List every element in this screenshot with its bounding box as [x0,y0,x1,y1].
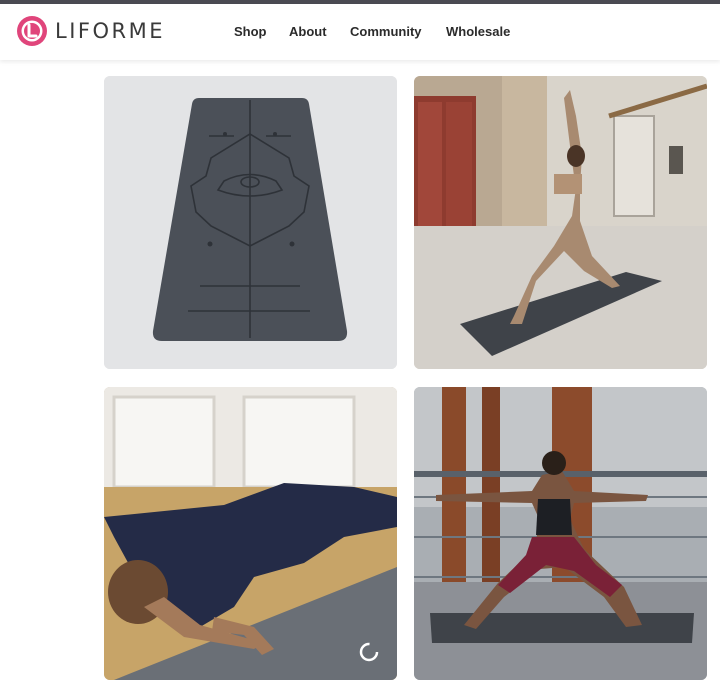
yoga-photo-warrior-courtyard [414,76,707,369]
liforme-logo-icon [17,16,47,46]
gallery-tile-arm-balance[interactable] [104,387,397,680]
site-header: LIFORME Shop About Community Wholesale [0,4,720,60]
nav-item-wholesale[interactable]: Wholesale [446,24,510,39]
nav-item-shop[interactable]: Shop [234,24,267,39]
gallery-tile-rooftop-warrior[interactable] [414,387,707,680]
nav-item-community[interactable]: Community [350,24,422,39]
brand-name: LIFORME [55,19,165,43]
nav-item-about[interactable]: About [289,24,327,39]
yoga-photo-rooftop-warrior [414,387,707,680]
gallery-tile-warrior-courtyard[interactable] [414,76,707,369]
brand-logo[interactable]: LIFORME [15,14,165,48]
yoga-photo-arm-balance [104,387,397,680]
gallery-tile-mat[interactable] [104,76,397,369]
yoga-mat-image [104,76,397,369]
